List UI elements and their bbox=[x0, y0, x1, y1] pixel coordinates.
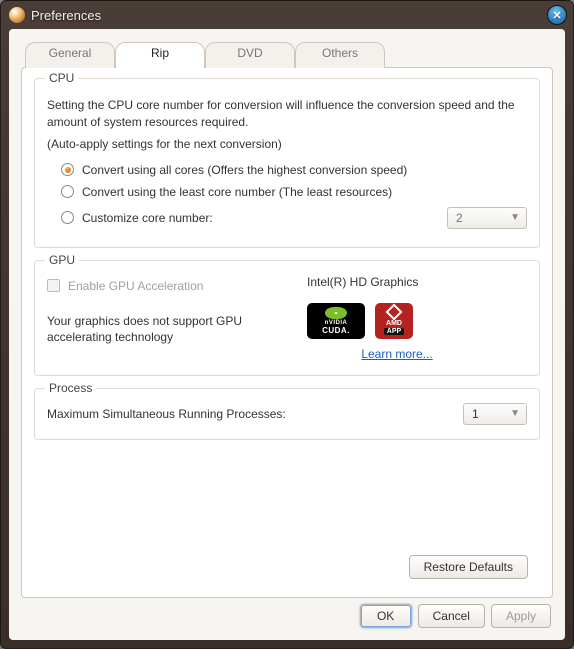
radio-custom-cores-label: Customize core number: bbox=[82, 211, 213, 225]
tab-dvd[interactable]: DVD bbox=[205, 42, 295, 68]
nvidia-eye-icon bbox=[325, 307, 347, 319]
radio-custom-cores[interactable] bbox=[61, 211, 74, 224]
enable-gpu-label: Enable GPU Acceleration bbox=[68, 279, 203, 293]
chevron-down-icon: ▼ bbox=[510, 212, 520, 223]
tab-rip[interactable]: Rip bbox=[115, 42, 205, 68]
amd-brand-text: AMD bbox=[386, 320, 402, 327]
amd-tech-text: APP bbox=[384, 328, 404, 335]
tab-general[interactable]: General bbox=[25, 42, 115, 68]
apply-button[interactable]: Apply bbox=[491, 604, 551, 628]
amd-app-logo: AMD APP bbox=[375, 303, 413, 339]
app-icon bbox=[9, 7, 25, 23]
dialog-buttons: OK Cancel Apply bbox=[21, 598, 553, 630]
max-processes-value: 1 bbox=[472, 407, 479, 421]
learn-more-link[interactable]: Learn more... bbox=[361, 347, 432, 361]
group-gpu: GPU Enable GPU Acceleration Your graphic… bbox=[34, 260, 540, 376]
checkbox-enable-gpu bbox=[47, 279, 60, 292]
close-icon[interactable]: ✕ bbox=[547, 5, 567, 25]
group-gpu-legend: GPU bbox=[45, 253, 79, 267]
chevron-down-icon: ▼ bbox=[510, 408, 520, 419]
gpu-unsupported-text: Your graphics does not support GPU accel… bbox=[47, 313, 267, 347]
group-cpu-legend: CPU bbox=[45, 71, 78, 85]
group-process: Process Maximum Simultaneous Running Pro… bbox=[34, 388, 540, 440]
preferences-window: Preferences ✕ General Rip DVD Others CPU… bbox=[0, 0, 574, 649]
radio-row-all-cores[interactable]: Convert using all cores (Offers the high… bbox=[47, 159, 527, 181]
cpu-description: Setting the CPU core number for conversi… bbox=[47, 97, 527, 131]
tab-others[interactable]: Others bbox=[295, 42, 385, 68]
radio-row-least-cores[interactable]: Convert using the least core number (The… bbox=[47, 181, 527, 203]
nvidia-cuda-logo: nVIDIA CUDA. bbox=[307, 303, 365, 339]
window-title: Preferences bbox=[31, 8, 547, 23]
radio-all-cores-label: Convert using all cores (Offers the high… bbox=[82, 163, 407, 177]
radio-all-cores[interactable] bbox=[61, 163, 74, 176]
content-area: General Rip DVD Others CPU Setting the C… bbox=[9, 29, 565, 640]
radio-least-cores[interactable] bbox=[61, 185, 74, 198]
restore-defaults-button[interactable]: Restore Defaults bbox=[409, 555, 528, 579]
gpu-device-name: Intel(R) HD Graphics bbox=[307, 275, 527, 289]
group-cpu: CPU Setting the CPU core number for conv… bbox=[34, 78, 540, 248]
amd-square-icon bbox=[386, 304, 403, 321]
titlebar: Preferences ✕ bbox=[1, 1, 573, 29]
radio-row-custom-cores[interactable]: Customize core number: 2 ▼ bbox=[47, 203, 527, 233]
core-number-value: 2 bbox=[456, 211, 463, 225]
cpu-note: (Auto-apply settings for the next conver… bbox=[47, 137, 527, 151]
radio-least-cores-label: Convert using the least core number (The… bbox=[82, 185, 392, 199]
group-process-legend: Process bbox=[45, 381, 96, 395]
cancel-button[interactable]: Cancel bbox=[418, 604, 485, 628]
nvidia-tech-text: CUDA. bbox=[322, 326, 350, 335]
tabpanel-rip: CPU Setting the CPU core number for conv… bbox=[21, 67, 553, 598]
tabs: General Rip DVD Others bbox=[21, 41, 553, 67]
ok-button[interactable]: OK bbox=[360, 604, 412, 628]
max-processes-select[interactable]: 1 ▼ bbox=[463, 403, 527, 425]
max-processes-label: Maximum Simultaneous Running Processes: bbox=[47, 407, 286, 421]
gpu-logos: nVIDIA CUDA. AMD APP bbox=[307, 303, 527, 339]
core-number-select[interactable]: 2 ▼ bbox=[447, 207, 527, 229]
